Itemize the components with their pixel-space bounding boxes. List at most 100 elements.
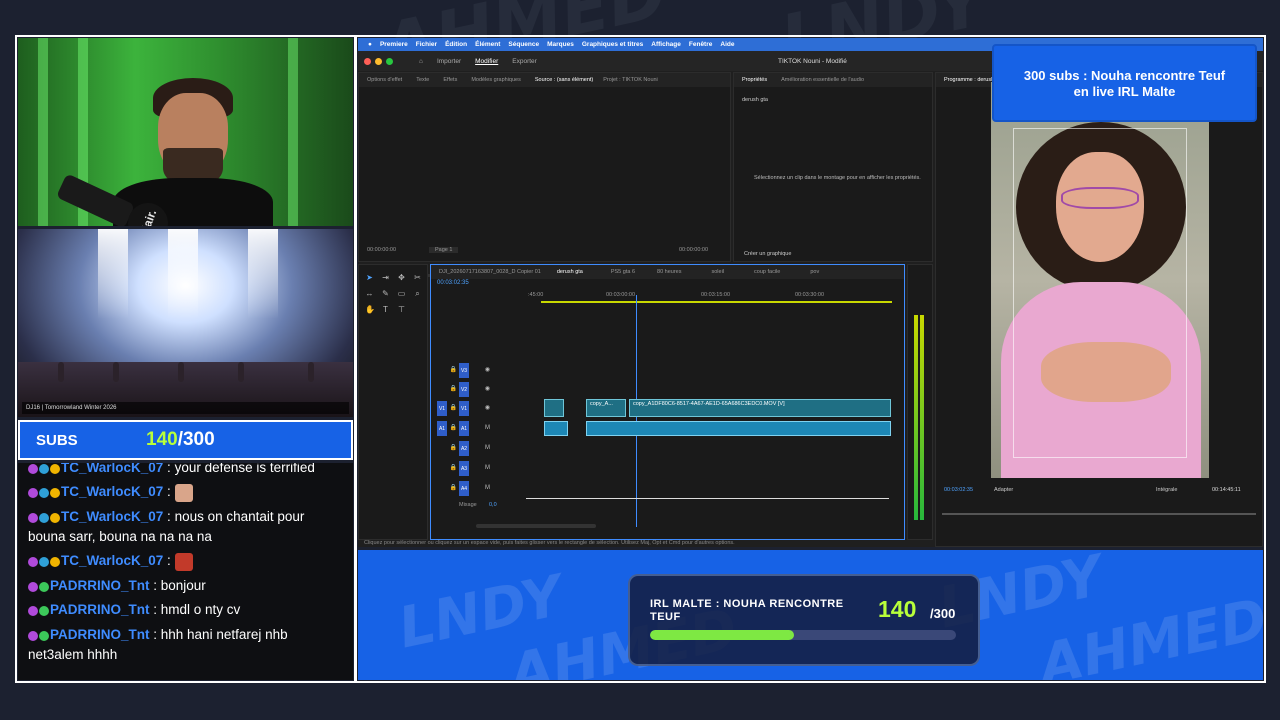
menu-premiere[interactable]: Premiere [380,41,408,48]
selection-tool-icon[interactable]: ➤ [365,273,374,282]
minimize-window-button[interactable] [375,57,382,65]
goal-progress-fill [650,630,794,640]
video-clip[interactable]: copy_A1DF80C6-8517-4A67-AE1D-65A686C3EDC… [629,399,891,417]
tab-properties[interactable]: Propriétés [742,77,767,83]
mute-icon[interactable]: M [483,464,492,473]
work-area-bar[interactable] [541,301,892,303]
sequence-tab[interactable]: derush gta [557,269,583,275]
video-clip[interactable]: copy_A... [586,399,626,417]
lock-icon[interactable]: 🔒 [449,404,458,413]
create-graphic-button[interactable]: Créer un graphique [744,251,791,257]
menu-fichier[interactable]: Fichier [416,41,437,48]
chat-username[interactable]: PADRRINO_Tnt [50,627,150,642]
clip-name: copy_A1DF80C6-8517-4A67-AE1D-65A686C3EDC… [633,401,785,407]
eye-icon[interactable]: ◉ [483,404,492,413]
menu-marques[interactable]: Marques [547,41,574,48]
close-window-button[interactable] [364,57,371,65]
timeline-zoom-scrollbar[interactable] [476,524,596,528]
sequence-tab[interactable]: coup facile [754,269,780,275]
type-tool-icon[interactable]: T [381,305,390,314]
tab-importer[interactable]: Importer [437,58,461,65]
tab-effect-options[interactable]: Options d'effet [367,77,402,83]
lock-icon[interactable]: 🔒 [449,444,458,453]
audio-clip[interactable] [544,421,568,436]
source-panel-tabs: Options d'effet Texte Effets Modèles gra… [359,73,730,87]
menu-sequence[interactable]: Séquence [508,41,539,48]
lock-icon[interactable]: 🔒 [449,464,458,473]
pen-tool-icon[interactable]: ✎ [381,289,390,298]
apple-icon[interactable]: ● [368,41,372,48]
sequence-tab[interactable]: PS5 gta 6 [611,269,635,275]
source-patch-a1[interactable]: A1 [437,421,447,436]
tab-graphic-templates[interactable]: Modèles graphiques [471,77,521,83]
sequence-tabs: DJI_20260717163807_0028_D Copier 01 deru… [431,265,904,279]
lock-icon[interactable]: 🔒 [449,484,458,493]
track-label-a1[interactable]: A1 [459,421,469,436]
sequence-tab[interactable]: pov [810,269,819,275]
chat-username[interactable]: TC_WarlocK_07 [61,463,163,475]
sequence-tab[interactable]: DJI_20260717163807_0028_D Copier 01 [439,269,541,275]
tab-exporter[interactable]: Exporter [512,58,537,65]
badge-icon [39,581,49,592]
track-label-a4[interactable]: A4 [459,481,469,496]
mix-value[interactable]: 0,0 [489,502,497,508]
chat-username[interactable]: PADRRINO_Tnt [50,578,150,593]
zoom-tool-icon[interactable]: ⌕ [413,289,422,298]
chat-username[interactable]: TC_WarlocK_07 [61,509,163,524]
audio-clip[interactable] [586,421,891,436]
fit-select[interactable]: Adapter [994,487,1013,493]
page-select[interactable]: Page 1 [429,247,459,253]
track-label-v2[interactable]: V2 [459,382,469,397]
tab-source[interactable]: Source : (sans élément) [535,77,593,83]
chat-username[interactable]: PADRRINO_Tnt [50,602,150,617]
home-icon[interactable]: ⌂ [419,58,423,65]
program-scrubber[interactable] [942,513,1256,515]
lock-icon[interactable]: 🔒 [449,424,458,433]
menu-element[interactable]: Élément [475,41,500,48]
tools-panel: ➤ ⇥ ✥ ✂ ↔ ✎ ▭ ⌕ ✋ T ⊤ [358,264,428,540]
lock-icon[interactable]: 🔒 [449,366,458,375]
tab-modifier[interactable]: Modifier [475,58,498,65]
slip-tool-icon[interactable]: ↔ [365,289,374,298]
tab-project[interactable]: Projet : TIKTOK Nouni [603,77,658,83]
badge-icon [28,581,38,592]
lock-icon[interactable]: 🔒 [449,385,458,394]
menu-edition[interactable]: Édition [445,41,467,48]
menu-aide[interactable]: Aide [720,41,734,48]
chat-username[interactable]: TC_WarlocK_07 [61,553,163,568]
ripple-tool-icon[interactable]: ✥ [397,273,406,282]
eye-icon[interactable]: ◉ [483,385,492,394]
tab-text[interactable]: Texte [416,77,429,83]
eye-icon[interactable]: ◉ [483,366,492,375]
track-label-v3[interactable]: V3 [459,363,469,378]
razor-tool-icon[interactable]: ✂ [413,273,422,282]
program-timecode: 00:03:02:35 [944,487,974,493]
menu-fenetre[interactable]: Fenêtre [689,41,712,48]
mute-icon[interactable]: M [483,444,492,453]
menu-graphiques[interactable]: Graphiques et titres [582,41,643,48]
sequence-tab[interactable]: 80 heures [657,269,681,275]
chat-username[interactable]: TC_WarlocK_07 [61,484,163,499]
quality-select[interactable]: Intégrale [1156,487,1177,493]
badge-icon [39,488,49,499]
vertical-type-tool-icon[interactable]: ⊤ [397,305,406,314]
track-label-v1[interactable]: V1 [459,401,469,416]
mute-icon[interactable]: M [483,484,492,493]
timeline-timecode: 00:03:02:35 [437,280,469,286]
maximize-window-button[interactable] [386,57,393,65]
tab-effects[interactable]: Effets [443,77,457,83]
rectangle-tool-icon[interactable]: ▭ [397,289,406,298]
source-patch-v1[interactable]: V1 [437,401,447,416]
status-bar: Cliquez pour sélectionner ou cliquez sur… [364,540,735,546]
sequence-tab[interactable]: soleil [711,269,724,275]
ruler-mark: 00:03:00:00 [606,292,636,298]
mute-icon[interactable]: M [483,424,492,433]
track-select-tool-icon[interactable]: ⇥ [381,273,390,282]
tab-audio-enhancement[interactable]: Amélioration essentielle de l'audio [781,77,864,83]
video-clip[interactable] [544,399,564,417]
track-label-a2[interactable]: A2 [459,441,469,456]
hand-tool-icon[interactable]: ✋ [365,305,375,314]
menu-affichage[interactable]: Affichage [651,41,681,48]
user-badges [28,625,50,645]
track-label-a3[interactable]: A3 [459,461,469,476]
